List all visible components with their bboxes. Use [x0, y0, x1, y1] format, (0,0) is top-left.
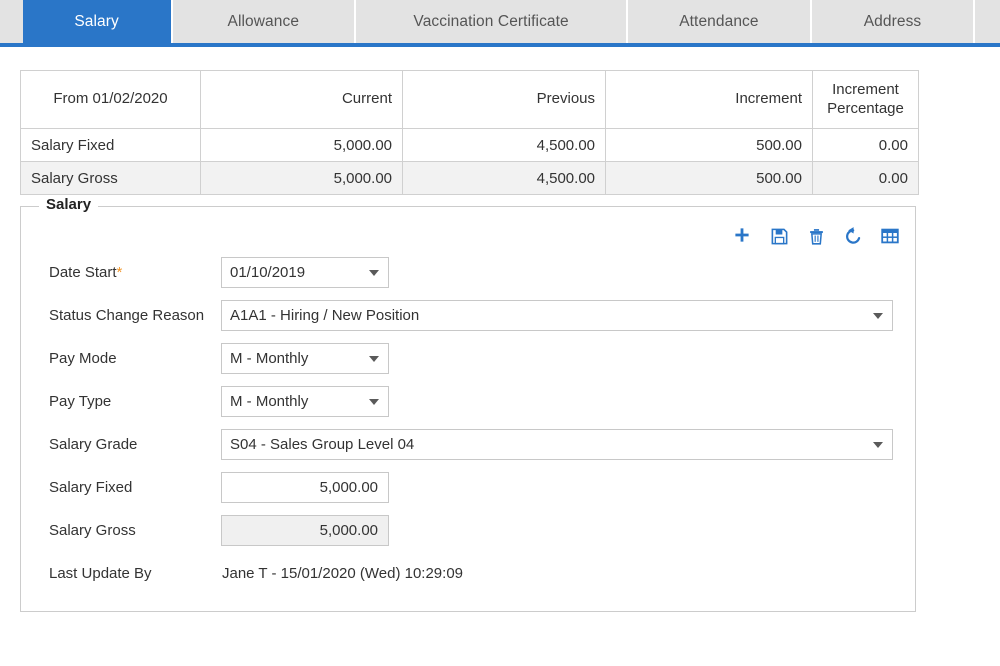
- chevron-down-icon: [369, 270, 379, 276]
- tab-vaccination-certificate-label: Vaccination Certificate: [413, 13, 568, 31]
- cell-salary-fixed-current: 5,000.00: [201, 129, 403, 162]
- pay-mode-select[interactable]: M - Monthly: [221, 343, 389, 374]
- field-row-last-update-by: Last Update By Jane T - 15/01/2020 (Wed)…: [21, 552, 915, 595]
- tab-salary-label: Salary: [74, 13, 119, 31]
- label-pay-type: Pay Type: [49, 393, 221, 410]
- pay-type-value: M - Monthly: [230, 393, 308, 410]
- tab-attendance-label: Attendance: [679, 13, 758, 31]
- salary-fixed-value: 5,000.00: [320, 479, 378, 496]
- row-label-salary-fixed: Salary Fixed: [21, 129, 201, 162]
- salary-comparison-table: From 01/02/2020 Current Previous Increme…: [20, 70, 919, 195]
- chevron-down-icon: [873, 313, 883, 319]
- chevron-down-icon: [369, 399, 379, 405]
- field-row-salary-grade: Salary Grade S04 - Sales Group Level 04: [21, 423, 915, 466]
- tab-bar-underline: [0, 43, 1000, 47]
- tab-allowance[interactable]: Allowance: [173, 0, 356, 43]
- salary-gross-value: 5,000.00: [320, 522, 378, 539]
- label-salary-grade: Salary Grade: [49, 436, 221, 453]
- tab-address[interactable]: Address: [812, 0, 976, 43]
- label-last-update-by: Last Update By: [49, 565, 221, 582]
- label-salary-fixed: Salary Fixed: [49, 479, 221, 496]
- col-header-previous: Previous: [403, 71, 606, 129]
- cell-salary-gross-increment: 500.00: [606, 162, 813, 195]
- field-row-salary-gross: Salary Gross 5,000.00: [21, 509, 915, 552]
- tab-attendance[interactable]: Attendance: [628, 0, 811, 43]
- tab-address-label: Address: [864, 13, 922, 31]
- status-change-reason-value: A1A1 - Hiring / New Position: [230, 307, 419, 324]
- required-marker: *: [117, 264, 123, 281]
- tab-rail-left: [0, 0, 23, 43]
- label-pay-mode: Pay Mode: [49, 350, 221, 367]
- col-header-increment: Increment: [606, 71, 813, 129]
- table-body: Salary Fixed 5,000.00 4,500.00 500.00 0.…: [21, 129, 919, 195]
- chevron-down-icon: [873, 442, 883, 448]
- pay-mode-value: M - Monthly: [230, 350, 308, 367]
- salary-fieldset: Salary: [20, 206, 916, 612]
- field-row-pay-type: Pay Type M - Monthly: [21, 380, 915, 423]
- delete-icon[interactable]: [805, 225, 827, 247]
- last-update-by-value: Jane T - 15/01/2020 (Wed) 10:29:09: [221, 565, 463, 582]
- label-date-start-text: Date Start: [49, 264, 117, 281]
- tab-salary[interactable]: Salary: [23, 0, 173, 43]
- salary-form: Date Start* 01/10/2019 Status Change Rea…: [21, 251, 915, 595]
- table-header-row: From 01/02/2020 Current Previous Increme…: [21, 71, 919, 129]
- chevron-down-icon: [369, 356, 379, 362]
- field-row-salary-fixed: Salary Fixed 5,000.00: [21, 466, 915, 509]
- cell-salary-gross-previous: 4,500.00: [403, 162, 606, 195]
- tab-vaccination-certificate[interactable]: Vaccination Certificate: [356, 0, 628, 43]
- status-change-reason-select[interactable]: A1A1 - Hiring / New Position: [221, 300, 893, 331]
- label-salary-gross: Salary Gross: [49, 522, 221, 539]
- field-row-status-change-reason: Status Change Reason A1A1 - Hiring / New…: [21, 294, 915, 337]
- tab-allowance-label: Allowance: [228, 13, 300, 31]
- pay-type-select[interactable]: M - Monthly: [221, 386, 389, 417]
- col-header-increment-percentage: Increment Percentage: [813, 71, 919, 129]
- cell-salary-fixed-increment: 500.00: [606, 129, 813, 162]
- salary-grade-select[interactable]: S04 - Sales Group Level 04: [221, 429, 893, 460]
- grid-icon[interactable]: [879, 225, 901, 247]
- cell-salary-fixed-previous: 4,500.00: [403, 129, 606, 162]
- label-status-change-reason: Status Change Reason: [49, 307, 221, 324]
- add-icon[interactable]: [731, 225, 753, 247]
- date-start-select[interactable]: 01/10/2019: [221, 257, 389, 288]
- undo-icon[interactable]: [842, 225, 864, 247]
- field-row-date-start: Date Start* 01/10/2019: [21, 251, 915, 294]
- tab-bar: Salary Allowance Vaccination Certificate…: [0, 0, 1000, 47]
- table-row: Salary Gross 5,000.00 4,500.00 500.00 0.…: [21, 162, 919, 195]
- row-label-salary-gross: Salary Gross: [21, 162, 201, 195]
- table-row: Salary Fixed 5,000.00 4,500.00 500.00 0.…: [21, 129, 919, 162]
- record-toolbar: [731, 225, 901, 247]
- label-date-start: Date Start*: [49, 264, 221, 281]
- salary-gross-input: 5,000.00: [221, 515, 389, 546]
- cell-salary-gross-current: 5,000.00: [201, 162, 403, 195]
- salary-grade-value: S04 - Sales Group Level 04: [230, 436, 414, 453]
- tab-list: Salary Allowance Vaccination Certificate…: [0, 0, 1000, 43]
- date-start-value: 01/10/2019: [230, 264, 305, 281]
- table-header: From 01/02/2020 Current Previous Increme…: [21, 71, 919, 129]
- salary-fieldset-legend: Salary: [39, 196, 98, 213]
- cell-salary-fixed-increment-percentage: 0.00: [813, 129, 919, 162]
- col-header-current: Current: [201, 71, 403, 129]
- tab-overflow[interactable]: [975, 0, 1000, 43]
- field-row-pay-mode: Pay Mode M - Monthly: [21, 337, 915, 380]
- save-icon[interactable]: [768, 225, 790, 247]
- col-header-period: From 01/02/2020: [21, 71, 201, 129]
- cell-salary-gross-increment-percentage: 0.00: [813, 162, 919, 195]
- salary-fixed-input[interactable]: 5,000.00: [221, 472, 389, 503]
